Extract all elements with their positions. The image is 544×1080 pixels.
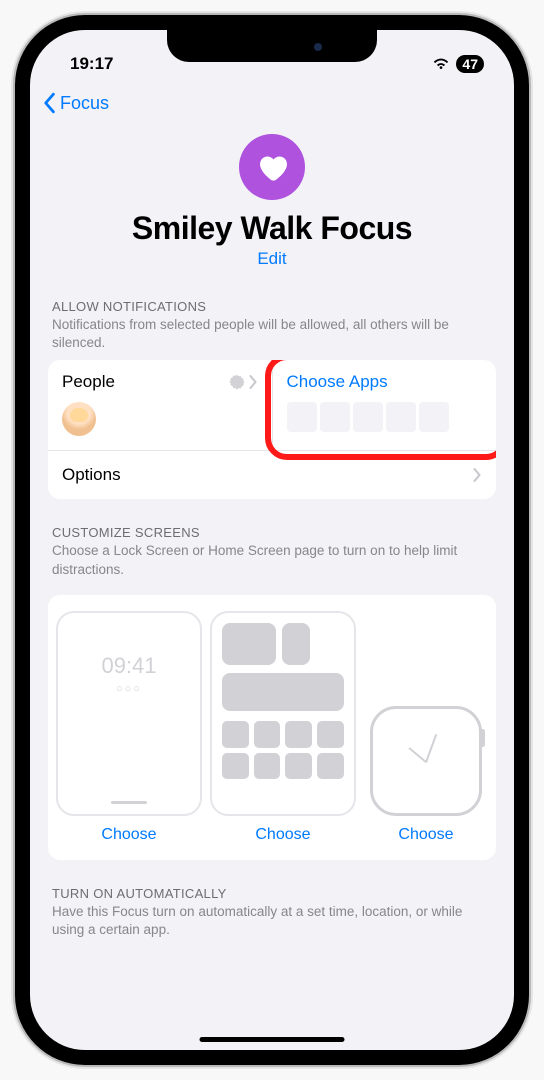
customize-screens-subtitle: Choose a Lock Screen or Home Screen page… <box>48 540 496 586</box>
content: Smiley Walk Focus Edit ALLOW NOTIFICATIO… <box>30 124 514 1034</box>
notifications-row: People Choose Apps <box>48 360 496 450</box>
back-button[interactable]: Focus <box>42 92 109 114</box>
focus-heart-icon <box>239 134 305 200</box>
choose-lockscreen[interactable]: Choose <box>56 826 202 844</box>
lock-time: 09:41 <box>58 653 200 679</box>
edit-button[interactable]: Edit <box>257 249 286 269</box>
home-indicator[interactable] <box>200 1037 345 1042</box>
app-slot <box>320 402 350 432</box>
notch <box>167 30 377 62</box>
people-label: People <box>62 372 115 392</box>
chevron-right-icon <box>473 468 482 482</box>
choose-homescreen[interactable]: Choose <box>210 826 356 844</box>
options-label: Options <box>62 465 121 485</box>
apps-cell[interactable]: Choose Apps <box>272 360 497 450</box>
choose-apps-label: Choose Apps <box>287 372 388 392</box>
homescreen-preview <box>210 611 356 816</box>
wifi-icon <box>432 57 450 71</box>
lock-widgets: ○○○ <box>58 683 200 695</box>
back-label: Focus <box>60 93 109 114</box>
app-slot <box>287 402 317 432</box>
lockscreen-option[interactable]: 09:41 ○○○ Choose <box>56 611 202 844</box>
screen: 19:17 47 Focus Smiley Walk Focus Edit AL… <box>30 30 514 1050</box>
customize-screens-header: CUSTOMIZE SCREENS <box>48 525 496 540</box>
chevron-right-icon <box>249 375 258 389</box>
allow-notifications-header: ALLOW NOTIFICATIONS <box>48 299 496 314</box>
status-time: 19:17 <box>70 54 113 74</box>
person-avatar <box>62 402 96 436</box>
auto-header: TURN ON AUTOMATICALLY <box>48 886 496 901</box>
battery-badge: 47 <box>456 55 484 73</box>
app-slot <box>419 402 449 432</box>
auto-subtitle: Have this Focus turn on automatically at… <box>48 901 496 947</box>
options-row[interactable]: Options <box>48 450 496 499</box>
people-cell[interactable]: People <box>48 360 272 450</box>
choose-watch[interactable]: Choose <box>364 826 488 844</box>
phone-frame: 19:17 47 Focus Smiley Walk Focus Edit AL… <box>15 15 529 1065</box>
hero: Smiley Walk Focus Edit <box>48 134 496 269</box>
homescreen-option[interactable]: Choose <box>210 611 356 844</box>
people-indicator <box>229 374 258 390</box>
app-slot <box>353 402 383 432</box>
app-slots <box>287 402 483 432</box>
checkmark-seal-icon <box>229 374 245 390</box>
home-indicator-icon <box>111 801 147 804</box>
watch-preview <box>370 706 482 816</box>
notifications-card: People Choose Apps <box>48 360 496 499</box>
chevron-left-icon <box>42 92 56 114</box>
watch-hand-icon <box>408 747 426 763</box>
nav-bar: Focus <box>30 80 514 124</box>
screens-row: 09:41 ○○○ Choose Choose <box>56 611 488 844</box>
focus-title: Smiley Walk Focus <box>48 210 496 247</box>
status-right: 47 <box>432 55 484 73</box>
allow-notifications-subtitle: Notifications from selected people will … <box>48 314 496 360</box>
screens-card: 09:41 ○○○ Choose Choose <box>48 595 496 860</box>
app-slot <box>386 402 416 432</box>
watch-hand-icon <box>425 734 437 763</box>
lockscreen-preview: 09:41 ○○○ <box>56 611 202 816</box>
watch-option[interactable]: Choose <box>364 706 488 844</box>
